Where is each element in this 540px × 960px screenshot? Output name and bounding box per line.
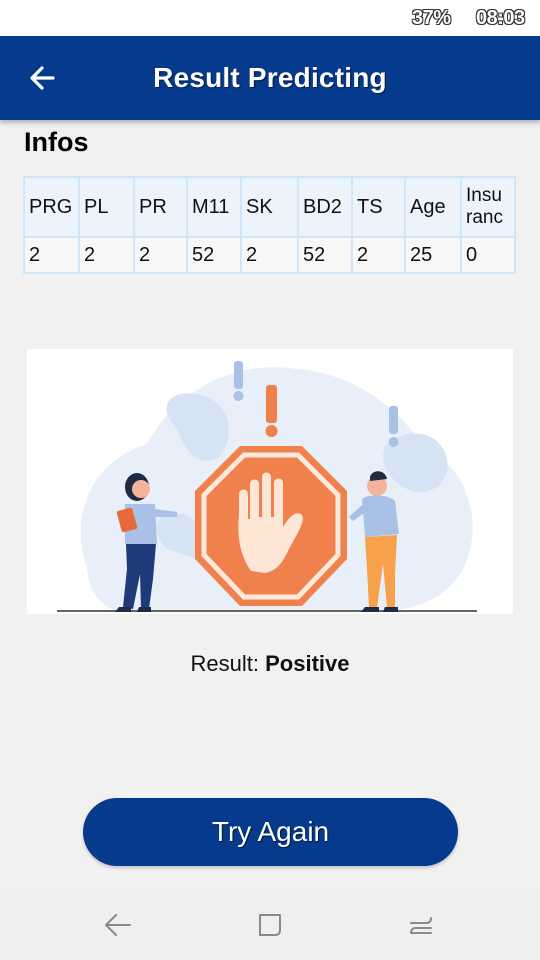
nav-back-button[interactable] [101,908,135,942]
status-bar: 37% 08:03 [0,0,540,36]
result-text: Result: Positive [0,651,540,677]
system-nav-bar [0,890,540,960]
value-cell-sk: 2 [242,238,297,272]
value-cell-m11: 52 [188,238,240,272]
value-cell-pr: 2 [135,238,186,272]
table-header-row: PRG PL PR M11 SK BD2 TS Age Insu ranc [25,178,514,236]
nav-home-button[interactable] [253,908,287,942]
battery-level: 37% [412,7,451,29]
nav-home-icon [259,914,281,936]
value-cell-age: 25 [406,238,460,272]
header-cell-bd2: BD2 [299,178,351,236]
result-value: Positive [265,651,350,676]
header-cell-pl: PL [80,178,133,236]
value-cell-bd2: 52 [299,238,351,272]
app-bar: Result Predicting [0,36,540,120]
value-cell-ts: 2 [353,238,404,272]
table-row: 2 2 2 52 2 52 2 25 0 [25,238,514,272]
header-cell-m11: M11 [188,178,240,236]
stop-hand-sign-illustration [27,349,513,614]
infos-heading: Infos [24,127,89,157]
infos-table: PRG PL PR M11 SK BD2 TS Age Insu ranc 2 … [23,176,516,274]
nav-recents-button[interactable] [404,908,438,942]
header-cell-sk: SK [242,178,297,236]
clock: 08:03 [476,7,525,29]
try-again-button[interactable]: Try Again [83,798,458,866]
value-cell-insurance: 0 [462,238,514,272]
header-cell-ts: TS [353,178,404,236]
page-title: Result Predicting [153,62,387,93]
nav-recents-icon [410,917,432,934]
header-cell-pr: PR [135,178,186,236]
header-cell-insurance: Insu ranc [462,178,514,236]
value-cell-pl: 2 [80,238,133,272]
result-label: Result: [190,651,259,676]
value-cell-prg: 2 [25,238,78,272]
nav-back-icon [105,914,131,936]
header-cell-prg: PRG [25,178,78,236]
header-cell-age: Age [406,178,460,236]
